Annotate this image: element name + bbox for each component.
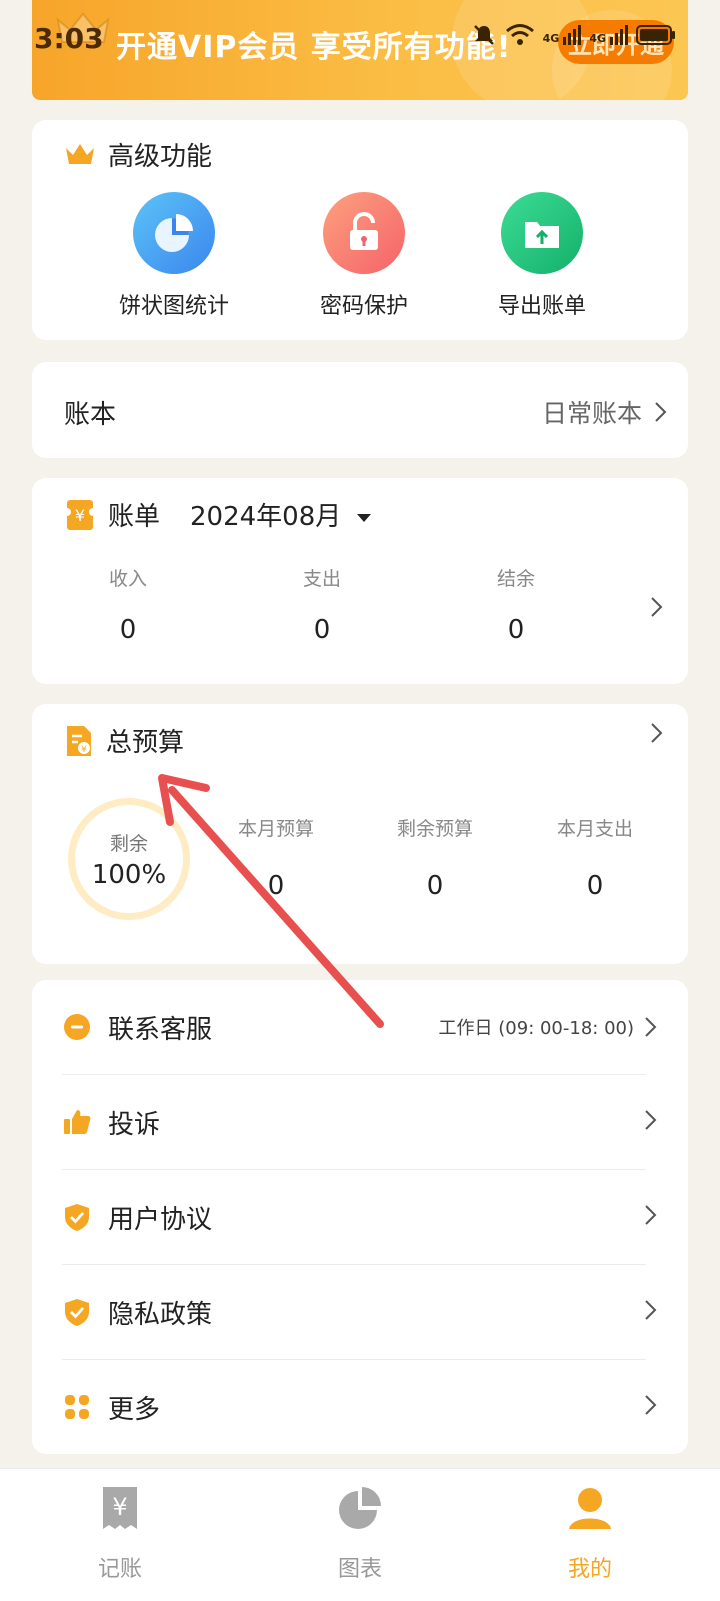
stat-value: 0 [586, 871, 604, 901]
menu-label: 投诉 [108, 1110, 161, 1140]
budget-month-expense: 本月支出 0 [515, 814, 675, 901]
shield-check-icon [65, 1204, 89, 1231]
ring-label: 剩余 [109, 832, 148, 855]
bill-month: 2024年08月 [190, 502, 342, 532]
nav-label: 记账 [97, 1557, 142, 1582]
account-book-row[interactable]: 账本 日常账本 [32, 362, 688, 458]
nav-item-charts[interactable]: 图表 [290, 1483, 430, 1583]
menu-list: 联系客服 工作日 (09: 00-18: 00) 投诉 用户协议 隐私政策 更多 [32, 980, 688, 1454]
unlock-icon [350, 212, 378, 250]
pie-chart-icon [155, 214, 193, 252]
stat-value: 0 [267, 871, 285, 901]
svg-text:¥: ¥ [75, 506, 85, 525]
budget-monthly: 本月预算 0 [196, 814, 356, 901]
budget-remaining: 剩余预算 0 [355, 814, 515, 901]
svg-text:¥: ¥ [112, 1493, 127, 1521]
nav-item-mine[interactable]: 我的 [520, 1483, 660, 1583]
crown-icon [56, 12, 110, 43]
menu-item-privacy-policy[interactable]: 隐私政策 [62, 1265, 658, 1359]
menu-label: 更多 [108, 1395, 161, 1425]
stat-label: 本月预算 [237, 818, 314, 840]
ring-value: 100% [91, 859, 167, 890]
export-folder-icon [525, 222, 559, 248]
chevron-right-icon [651, 723, 663, 743]
chevron-right-icon [655, 402, 667, 422]
svg-text:¥: ¥ [81, 745, 87, 755]
bottom-nav: ¥ 记账 图表 我的 [0, 1468, 720, 1601]
bill-title: 账单 [108, 502, 161, 532]
account-book-value: 日常账本 [541, 399, 642, 428]
bill-yuan-icon: ¥ [67, 499, 93, 530]
menu-item-more[interactable]: 更多 [62, 1360, 658, 1454]
bill-balance: 结余 0 [436, 564, 596, 645]
account-book-label: 账本 [64, 400, 117, 430]
chevron-right-icon [645, 1017, 657, 1037]
stat-value: 0 [426, 871, 444, 901]
pie-chart-icon [339, 1487, 381, 1529]
stat-label: 支出 [302, 568, 341, 590]
budget-remaining-ring: 剩余 100% [68, 798, 190, 920]
budget-card[interactable]: ¥ 总预算 剩余 100% 本月预算 0 剩余预算 0 本月支出 0 [32, 704, 688, 964]
vip-banner[interactable]: 开通VIP会员 享受所有功能! 立即开通 [32, 0, 688, 100]
chevron-right-icon [645, 1300, 657, 1320]
feature-label: 导出账单 [497, 294, 586, 319]
stat-label: 本月支出 [556, 818, 633, 840]
shield-check-icon [65, 1299, 89, 1326]
menu-item-user-agreement[interactable]: 用户协议 [62, 1170, 658, 1264]
chevron-right-icon [645, 1205, 657, 1225]
stat-label: 收入 [108, 568, 147, 590]
nav-label: 图表 [337, 1557, 382, 1582]
menu-label: 联系客服 [108, 1015, 213, 1045]
receipt-icon: ¥ [103, 1487, 137, 1529]
advanced-title: 高级功能 [108, 142, 213, 172]
stat-label: 结余 [496, 568, 535, 590]
stat-value: 0 [313, 615, 331, 645]
menu-label: 隐私政策 [108, 1300, 213, 1330]
stat-value: 0 [119, 615, 137, 645]
vip-promo-text: 开通VIP会员 享受所有功能! [116, 30, 512, 65]
chevron-right-icon [645, 1395, 657, 1415]
advanced-features-card: 高级功能 饼状图统计 密码保护 导出账单 [32, 120, 688, 340]
budget-title: 总预算 [106, 728, 185, 758]
feature-label: 饼状图统计 [118, 294, 229, 319]
profile-icon [569, 1488, 611, 1529]
nav-label: 我的 [567, 1557, 612, 1582]
bill-card[interactable]: ¥ 账单 2024年08月 收入 0 支出 0 结余 0 [32, 478, 688, 684]
thumbs-up-icon [64, 1110, 91, 1134]
chat-bubble-icon [64, 1014, 90, 1040]
caret-down-icon [356, 513, 371, 522]
nav-item-bookkeeping[interactable]: ¥ 记账 [50, 1483, 190, 1583]
budget-document-icon: ¥ [67, 725, 91, 756]
stat-value: 0 [507, 615, 525, 645]
grid-icon [65, 1395, 89, 1419]
feature-export[interactable]: 导出账单 [462, 192, 622, 320]
feature-pie-chart[interactable]: 饼状图统计 [94, 192, 254, 320]
crown-icon [66, 143, 94, 164]
chevron-right-icon [645, 1110, 657, 1130]
chevron-right-icon [651, 597, 663, 617]
menu-label: 用户协议 [108, 1205, 213, 1235]
stat-label: 剩余预算 [396, 818, 473, 840]
menu-item-complaint[interactable]: 投诉 [62, 1075, 658, 1169]
bill-expense: 支出 0 [242, 564, 402, 645]
service-hours: 工作日 (09: 00-18: 00) [438, 1018, 634, 1039]
bill-month-selector[interactable]: 2024年08月 [190, 496, 372, 533]
bill-income: 收入 0 [48, 564, 208, 645]
feature-password[interactable]: 密码保护 [284, 192, 444, 320]
vip-open-button[interactable]: 立即开通 [558, 20, 674, 64]
feature-label: 密码保护 [319, 294, 408, 319]
menu-item-customer-service[interactable]: 联系客服 工作日 (09: 00-18: 00) [62, 980, 658, 1074]
